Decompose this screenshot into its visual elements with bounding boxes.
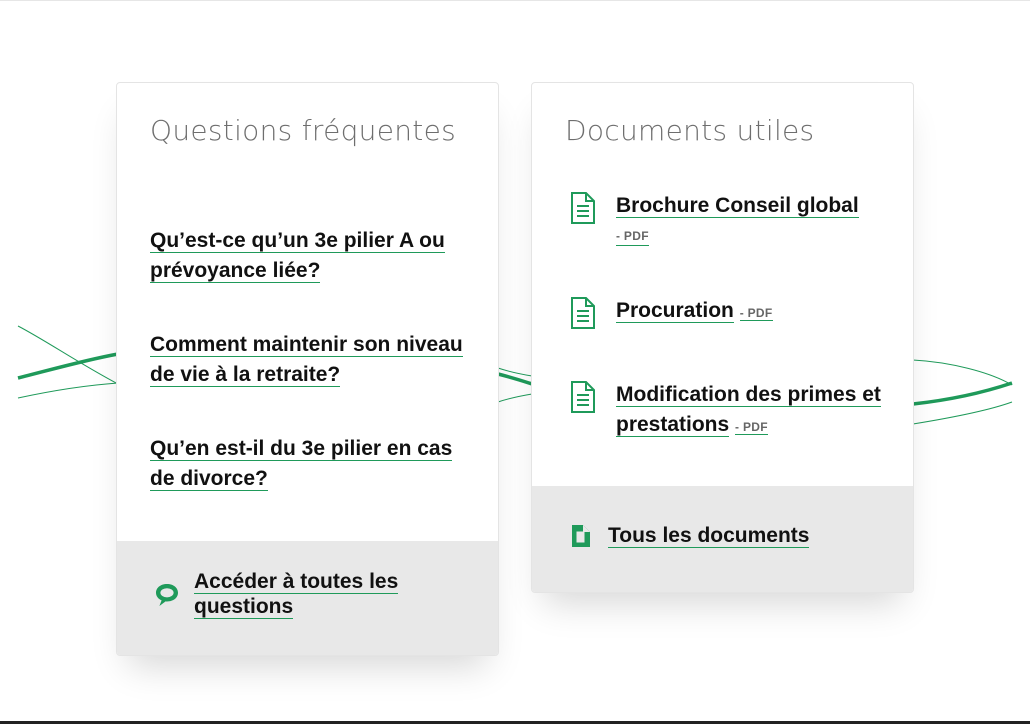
documents-footer: Tous les documents — [532, 486, 913, 592]
faq-link-label: Comment maintenir son niveau de vie à la… — [150, 333, 463, 387]
all-documents-link[interactable]: Tous les documents — [608, 523, 888, 548]
documents-title: Documents utiles — [565, 114, 815, 147]
modification-primes-link[interactable]: Modification des primes et prestations -… — [616, 380, 896, 442]
all-questions-link[interactable]: Accéder à toutes les questions — [194, 569, 444, 619]
document-icon — [571, 297, 595, 329]
faq-list: Qu’est-ce qu’un 3e pilier A ou prévoyanc… — [150, 226, 470, 538]
faq-link-label: Qu’est-ce qu’un 3e pilier A ou prévoyanc… — [150, 229, 445, 283]
speech-bubble-icon — [156, 584, 178, 606]
brochure-conseil-global-link[interactable]: Brochure Conseil global - PDF — [616, 191, 896, 246]
pdf-format-label: - PDF — [739, 306, 773, 321]
pdf-format-label: - PDF — [616, 229, 649, 246]
document-icon — [571, 381, 595, 413]
all-questions-label: Accéder à toutes les questions — [194, 570, 399, 619]
pdf-format-label: - PDF — [735, 420, 768, 435]
faq-link-3e-pilier-a[interactable]: Qu’est-ce qu’un 3e pilier A ou prévoyanc… — [150, 226, 470, 286]
faq-title: Questions fréquentes — [150, 114, 456, 147]
procuration-link[interactable]: Procuration - PDF — [616, 296, 896, 328]
faq-link-divorce[interactable]: Qu’en est-il du 3e pilier en cas de divo… — [150, 434, 470, 494]
faq-card: Questions fréquentes Qu’est-ce qu’un 3e … — [116, 82, 499, 656]
document-label: Brochure Conseil global — [616, 194, 859, 218]
faq-link-label: Qu’en est-il du 3e pilier en cas de divo… — [150, 437, 453, 491]
faq-footer: Accéder à toutes les questions — [117, 541, 498, 655]
document-label: Procuration — [616, 299, 734, 323]
all-documents-label: Tous les documents — [608, 524, 810, 548]
faq-link-niveau-de-vie[interactable]: Comment maintenir son niveau de vie à la… — [150, 330, 470, 390]
documents-card: Documents utiles Brochure Conseil global… — [531, 82, 914, 593]
file-icon — [572, 525, 590, 547]
document-icon — [571, 192, 595, 224]
